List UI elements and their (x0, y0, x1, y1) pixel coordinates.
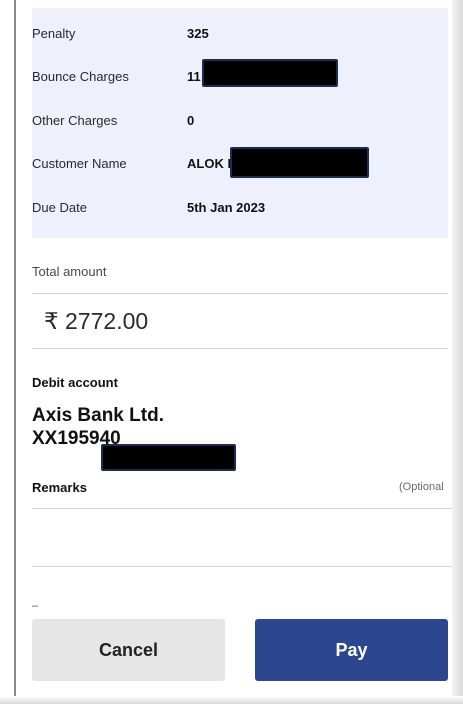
screen-edge (14, 0, 16, 704)
partial-text: – (32, 600, 39, 612)
payment-screen: Penalty 325 Bounce Charges 11 Other Char… (0, 0, 463, 704)
redaction-box (202, 59, 338, 87)
debit-account-label: Debit account (32, 375, 118, 390)
other-charges-value: 0 (187, 113, 195, 128)
other-charges-label: Other Charges (32, 113, 118, 128)
remarks-input[interactable] (32, 508, 452, 567)
redaction-box (230, 147, 369, 178)
due-date-value: 5th Jan 2023 (187, 200, 266, 215)
customer-name-label: Customer Name (32, 156, 127, 171)
remarks-label: Remarks (32, 480, 87, 495)
total-amount-label: Total amount (32, 264, 107, 279)
penalty-label: Penalty (32, 26, 76, 41)
optional-hint: (Optional (399, 481, 444, 493)
bank-name: Axis Bank Ltd. (32, 405, 164, 426)
cancel-button[interactable]: Cancel (32, 619, 225, 681)
divider (32, 293, 448, 294)
due-date-label: Due Date (32, 200, 87, 215)
total-amount-value: ₹ 2772.00 (44, 308, 149, 334)
window-shadow (0, 696, 463, 704)
penalty-row: Penalty 325 (32, 26, 448, 56)
divider (32, 348, 448, 349)
window-shadow (452, 0, 463, 704)
charges-details-panel: Penalty 325 Bounce Charges 11 Other Char… (32, 8, 448, 238)
pay-button[interactable]: Pay (255, 619, 448, 681)
other-charges-row: Other Charges 0 (32, 113, 448, 143)
customer-name-value: ALOK P (187, 156, 237, 171)
penalty-value: 325 (187, 26, 209, 41)
bounce-charges-value: 11 (187, 69, 201, 84)
bounce-charges-label: Bounce Charges (32, 69, 129, 84)
redaction-box (101, 444, 236, 471)
due-date-row: Due Date 5th Jan 2023 (32, 200, 448, 230)
